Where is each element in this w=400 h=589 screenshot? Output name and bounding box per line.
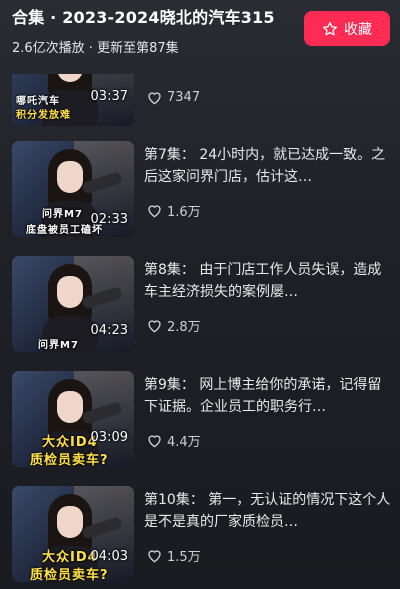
like-count-value: 7347 [167, 90, 201, 105]
collection-title: 合集 · 2023-2024晓北的汽车315 [12, 8, 275, 27]
like-count-value: 2.8万 [167, 320, 201, 335]
episode-item[interactable]: 大众ID4 质检员卖车? 04:03 第10集： 第一，无认证的情况下这个人是不… [12, 486, 394, 582]
favorite-label: 收藏 [344, 21, 372, 38]
episode-thumbnail[interactable]: 大众ID4 质检员卖车? 04:03 [12, 486, 134, 582]
episode-duration: 04:03 [90, 549, 128, 564]
episode-item[interactable]: 问界M7 04:23 第8集： 由于门店工作人员失误，造成车主经济损失的案例屡…… [12, 256, 394, 352]
episode-item[interactable]: 问界M7 底盘被员工磕坏 02:33 第7集： 24小时内，就已达成一致。之后这… [12, 141, 394, 237]
like-count: 7347 [146, 90, 200, 105]
collection-stats: 2.6亿次播放 · 更新至第87集 [12, 41, 179, 56]
heart-icon [148, 92, 161, 105]
episode-item[interactable]: 大众ID4 质检员卖车? 03:09 第9集： 网上博主给你的承诺，记得留下证据… [12, 371, 394, 467]
episode-thumbnail[interactable]: 哪吒汽车 积分发放难 03:37 [12, 74, 134, 126]
thumbnail-caption: 哪吒汽车 [16, 96, 60, 107]
like-count: 4.4万 [146, 431, 201, 450]
thumbnail-caption: 大众ID4 [42, 550, 98, 565]
episode-item[interactable]: 哪吒汽车 积分发放难 03:37 7347 [12, 74, 394, 126]
thumbnail-caption: 问界M7 [38, 340, 79, 351]
collection-header: 合集 · 2023-2024晓北的汽车315 2.6亿次播放 · 更新至第87集… [0, 0, 400, 70]
episode-thumbnail[interactable]: 问界M7 04:23 [12, 256, 134, 352]
episode-thumbnail[interactable]: 问界M7 底盘被员工磕坏 02:33 [12, 141, 134, 237]
like-count: 2.8万 [146, 316, 201, 335]
episode-duration: 04:23 [90, 323, 128, 338]
heart-icon [148, 435, 161, 448]
episode-list[interactable]: 哪吒汽车 积分发放难 03:37 7347 问界M7 底盘被员工磕坏 02:33… [0, 74, 400, 589]
episode-description: 第10集： 第一，无认证的情况下这个人是不是真的厂家质检员… [144, 492, 391, 530]
thumbnail-caption: 质检员卖车? [30, 453, 109, 467]
like-count-value: 1.5万 [167, 550, 201, 565]
thumbnail-caption: 大众ID4 [42, 435, 98, 450]
heart-icon [148, 550, 161, 563]
heart-icon [148, 320, 161, 333]
thumbnail-caption: 质检员卖车? [30, 568, 109, 582]
favorite-button[interactable]: 收藏 [304, 11, 390, 46]
episode-duration: 02:33 [90, 212, 128, 227]
episode-duration: 03:09 [90, 430, 128, 445]
thumbnail-caption: 积分发放难 [16, 110, 71, 121]
like-count-value: 4.4万 [167, 435, 201, 450]
episode-description: 第9集： 网上博主给你的承诺，记得留下证据。企业员工的职务行… [144, 377, 382, 415]
like-count: 1.5万 [146, 546, 201, 565]
like-count-value: 1.6万 [167, 205, 201, 220]
star-icon [323, 21, 337, 35]
episode-description: 第8集： 由于门店工作人员失误，造成车主经济损失的案例屡… [144, 262, 382, 300]
episode-description: 第7集： 24小时内，就已达成一致。之后这家问界门店，估计这… [144, 147, 386, 185]
like-count: 1.6万 [146, 201, 201, 220]
episode-thumbnail[interactable]: 大众ID4 质检员卖车? 03:09 [12, 371, 134, 467]
thumbnail-caption: 问界M7 [42, 209, 83, 220]
heart-icon [148, 205, 161, 218]
episode-duration: 03:37 [90, 89, 128, 104]
